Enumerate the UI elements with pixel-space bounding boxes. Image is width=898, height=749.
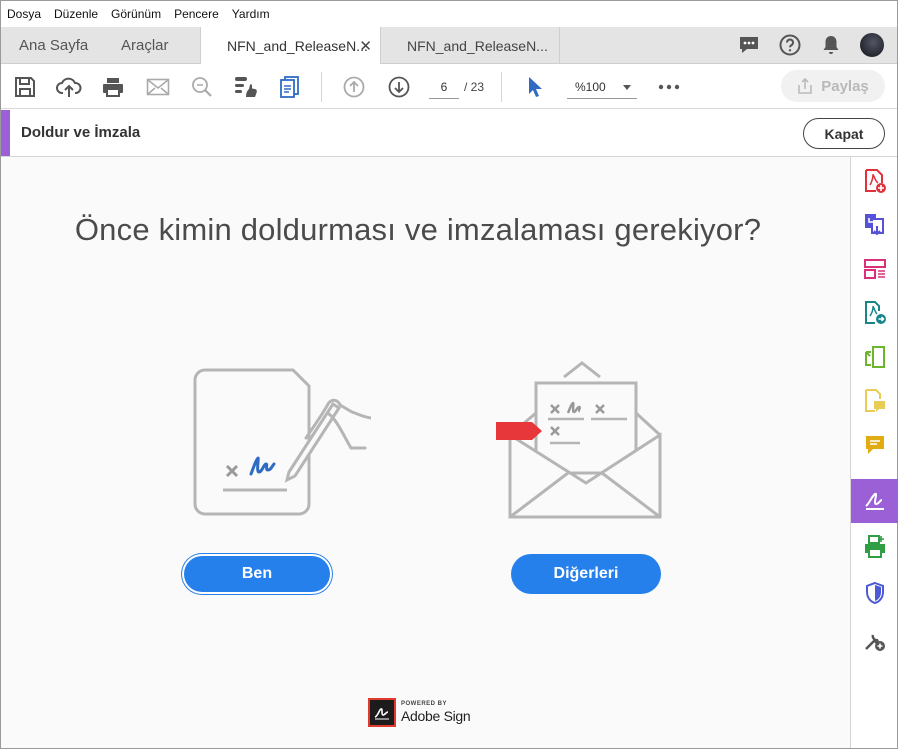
menu-file[interactable]: Dosya <box>7 7 41 21</box>
email-icon[interactable] <box>144 73 172 101</box>
page-number-input[interactable]: 6 <box>429 77 459 99</box>
tab-tools[interactable]: Araçlar <box>121 27 169 64</box>
zoom-value: %100 <box>575 80 606 94</box>
fill-sign-icon[interactable] <box>851 479 898 523</box>
avatar <box>860 33 884 57</box>
menu-help[interactable]: Yardım <box>232 7 270 21</box>
share-button[interactable]: Paylaş <box>781 70 885 102</box>
others-button-label: Diğerleri <box>553 565 619 582</box>
toolbar-divider <box>501 72 502 102</box>
comment-icon[interactable] <box>851 423 898 467</box>
create-pdf-icon[interactable] <box>851 159 898 203</box>
others-button[interactable]: Diğerleri <box>511 554 661 594</box>
product-name: Adobe Sign <box>401 708 471 724</box>
send-to-others-illustration <box>496 361 662 519</box>
notifications-bell-icon[interactable] <box>818 32 844 58</box>
powered-by-text: POWERED BY <box>401 701 448 707</box>
more-options-icon[interactable] <box>655 73 683 101</box>
print-production-icon[interactable] <box>851 525 898 569</box>
select-cursor-icon[interactable] <box>521 73 549 101</box>
organize-pages-icon[interactable] <box>851 247 898 291</box>
chat-icon[interactable] <box>736 32 762 58</box>
account-icons <box>721 32 885 58</box>
tab-home[interactable]: Ana Sayfa <box>19 27 88 64</box>
toolbar: 6 / 23 %100 Paylaş <box>1 64 897 109</box>
scan-document-icon[interactable] <box>276 73 304 101</box>
tab-document-inactive[interactable]: NFN_and_ReleaseN... <box>381 27 560 64</box>
fill-sign-header: Doldur ve İmzala Kapat <box>1 110 897 157</box>
export-pdf-icon[interactable] <box>851 291 898 335</box>
tab-document-label-2: NFN_and_ReleaseN... <box>407 37 548 54</box>
menu-bar: Dosya Düzenle Görünüm Pencere Yardım <box>1 1 897 27</box>
help-icon[interactable] <box>777 32 803 58</box>
edit-pdf-icon[interactable] <box>851 335 898 379</box>
menu-edit[interactable]: Düzenle <box>54 7 98 21</box>
tab-document-active[interactable]: NFN_and_ReleaseN... ✕ <box>200 27 381 65</box>
self-sign-illustration <box>193 368 371 516</box>
upload-cloud-icon[interactable] <box>55 73 83 101</box>
menu-window[interactable]: Pencere <box>174 7 219 21</box>
me-button-label: Ben <box>241 565 273 582</box>
fill-sign-content: Önce kimin doldurması ve imzalaması gere… <box>1 157 850 748</box>
read-aloud-icon[interactable] <box>232 73 260 101</box>
menu-view[interactable]: Görünüm <box>111 7 161 21</box>
tab-document-label: NFN_and_ReleaseN... <box>227 38 368 54</box>
save-icon[interactable] <box>11 73 39 101</box>
zoom-dropdown[interactable]: %100 <box>567 77 637 99</box>
more-tools-icon[interactable] <box>851 619 898 663</box>
tool-accent-bar <box>1 110 10 156</box>
me-button[interactable]: Ben <box>182 554 332 594</box>
adobe-sign-branding: POWERED BY Adobe Sign <box>368 698 471 727</box>
right-tools-panel <box>850 157 898 748</box>
chevron-down-icon <box>623 85 631 90</box>
share-icon <box>798 78 813 94</box>
page-total: / 23 <box>464 80 485 94</box>
share-label: Paylaş <box>821 77 869 95</box>
send-for-comments-icon[interactable] <box>851 379 898 423</box>
toolbar-divider <box>321 72 322 102</box>
page-title: Önce kimin doldurması ve imzalaması gere… <box>74 212 762 247</box>
next-page-icon[interactable] <box>385 73 413 101</box>
protect-shield-icon[interactable] <box>851 571 898 615</box>
previous-page-icon[interactable] <box>340 73 368 101</box>
close-tab-icon[interactable]: ✕ <box>359 37 372 55</box>
find-zoom-icon[interactable] <box>188 73 216 101</box>
close-tool-button[interactable]: Kapat <box>803 118 885 149</box>
adobe-sign-logo-icon <box>368 698 396 727</box>
combine-files-icon[interactable] <box>851 203 898 247</box>
tab-bar: Ana Sayfa Araçlar NFN_and_ReleaseN... ✕ … <box>1 27 897 65</box>
print-icon[interactable] <box>99 73 127 101</box>
user-avatar[interactable] <box>859 32 885 58</box>
tool-title: Doldur ve İmzala <box>21 124 141 141</box>
